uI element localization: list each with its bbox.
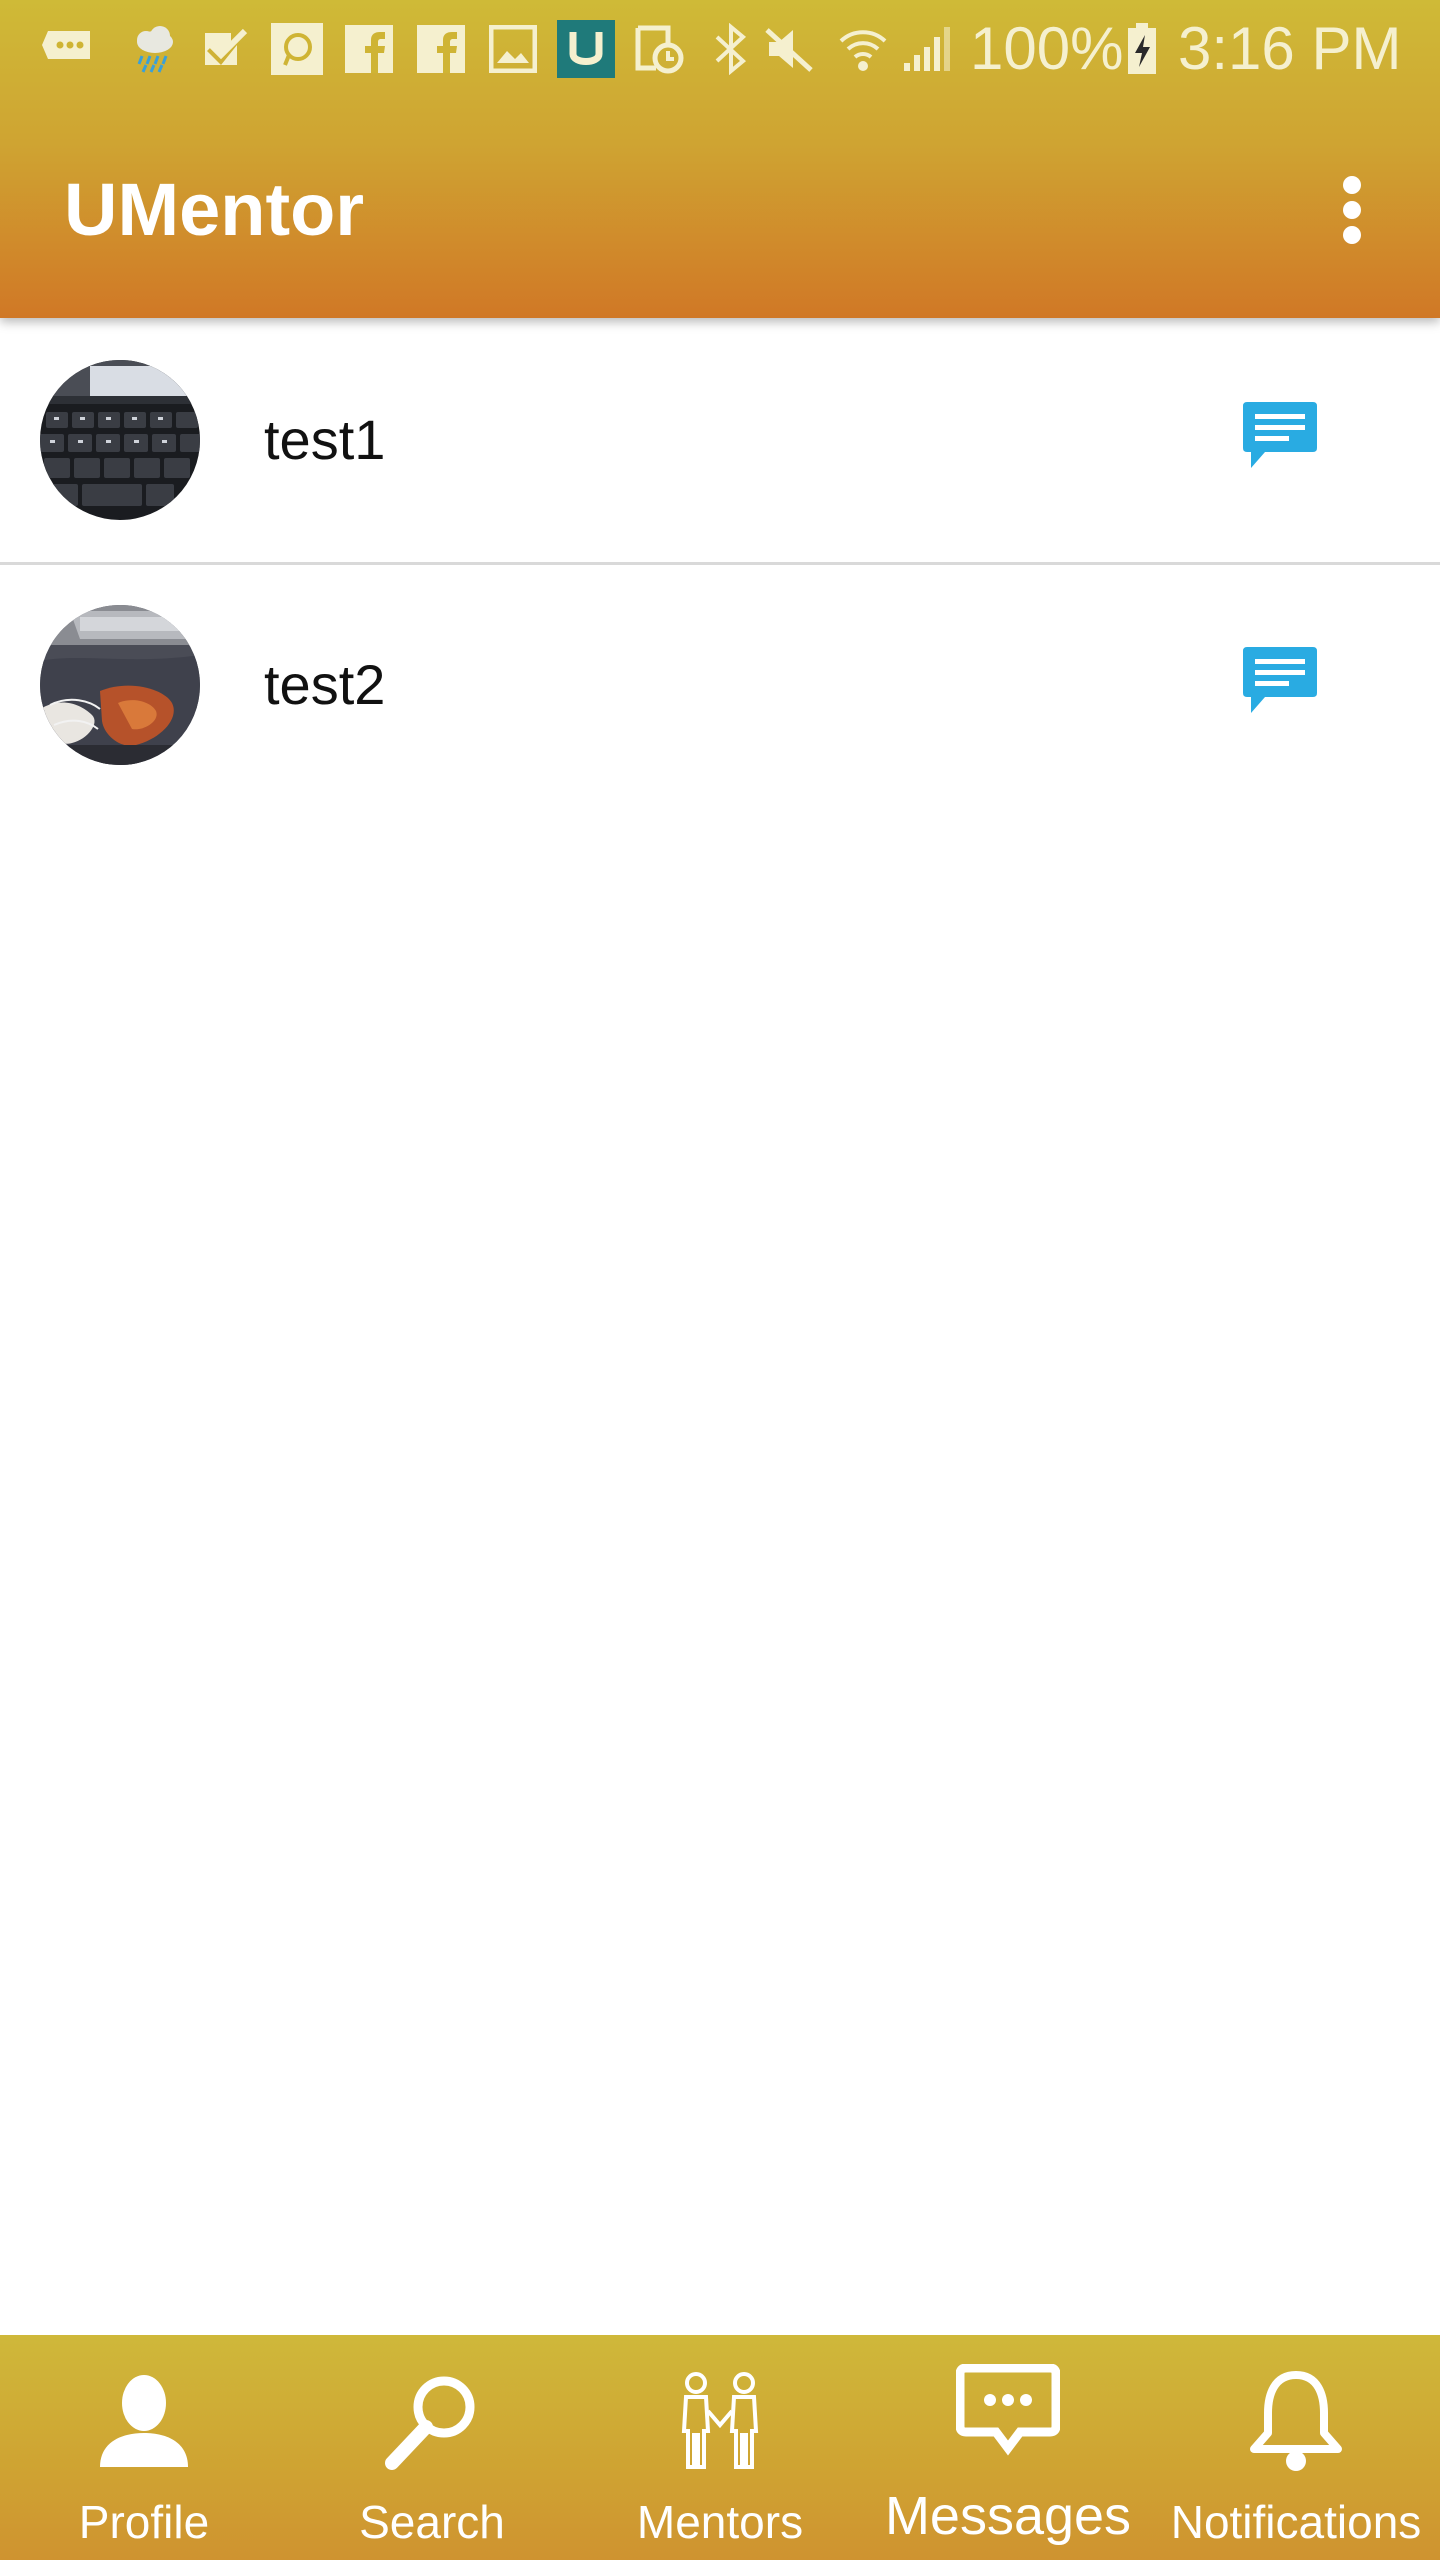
mentors-icon [576,2365,864,2477]
chat-message-icon[interactable] [1234,637,1326,729]
messages-icon [864,2357,1152,2469]
bluetooth-icon [704,22,758,76]
cell-signal-icon [900,22,954,76]
facebook-icon [342,22,396,76]
chat-app-icon [270,22,324,76]
avatar[interactable] [40,605,200,765]
app-bar: UMentor [0,100,1440,318]
umentor-app-icon [556,20,616,78]
battery-charging-icon [1122,22,1162,76]
nav-label: Messages [884,2486,1132,2546]
conversation-row[interactable]: test2 [0,562,1440,809]
nav-label: Notifications [1170,2496,1422,2548]
search-icon [288,2365,576,2477]
bottom-navigation: Profile Search Mentors Messages Notifica… [0,2335,1440,2560]
facebook-icon [414,22,468,76]
nav-label: Search [359,2496,505,2548]
battery-percent: 100% [970,15,1124,82]
wifi-icon [836,22,890,76]
header: 100% 3:16 PM UMentor [0,0,1440,318]
bell-icon [1152,2365,1440,2477]
clock-time: 3:16 PM [1178,15,1402,82]
nav-label: Profile [78,2496,210,2548]
more-vert-icon[interactable] [1322,170,1382,250]
contact-name: test1 [264,408,386,471]
nav-label: Mentors [636,2496,804,2548]
person-icon [0,2365,288,2477]
gallery-icon [486,22,540,76]
chat-message-icon[interactable] [1234,392,1326,484]
nav-mentors[interactable]: Mentors [576,2335,864,2560]
conversation-row[interactable]: test1 [0,318,1440,562]
message-notification-icon [40,22,94,76]
weather-rain-icon [128,22,182,76]
task-check-icon [198,22,252,76]
messages-screen: 100% 3:16 PM UMentor test1 test2 Profile… [0,0,1440,2560]
nav-notifications[interactable]: Notifications [1152,2335,1440,2560]
nav-profile[interactable]: Profile [0,2335,288,2560]
avatar[interactable] [40,360,200,520]
status-bar: 100% 3:16 PM [0,0,1440,100]
conversation-list: test1 test2 [0,318,1440,809]
calendar-reminder-icon [632,22,686,76]
muted-icon [762,22,816,76]
contact-name: test2 [264,653,386,716]
nav-search[interactable]: Search [288,2335,576,2560]
nav-messages[interactable]: Messages [864,2335,1152,2560]
app-title: UMentor [64,168,365,251]
